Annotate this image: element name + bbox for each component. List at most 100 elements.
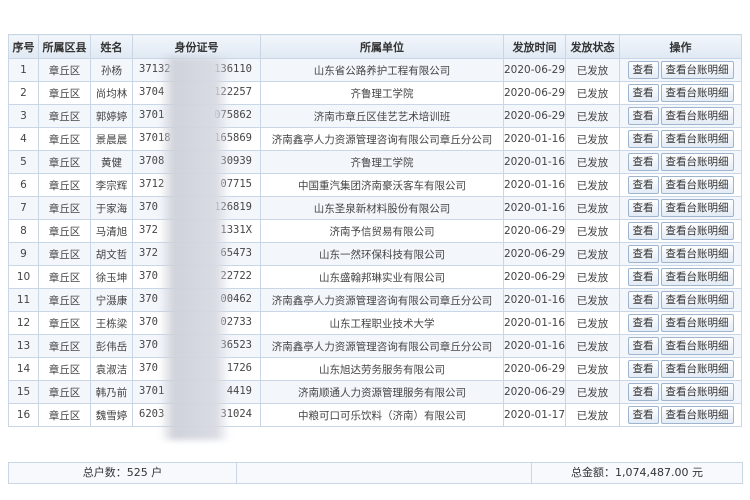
cell-id-number: 370 126819 [132,196,261,220]
cell-date: 2020-06-29 [503,219,566,243]
subsidy-table: 序号 所属区县 姓名 身份证号 所属单位 发放时间 发放状态 操作 1 章丘区 孙杨… [8,34,742,427]
cell-district: 章丘区 [38,242,91,266]
view-ledger-button[interactable]: 查看台账明细 [660,245,734,263]
table-row: 15 章丘区 韩乃前 3701 4419 济南顺通人力资源管理服务有限公司 2020-06-… [8,380,742,404]
cell-unit: 中国重汽集团济南豪沃客车有限公司 [260,173,504,197]
header-actions: 操作 [619,34,742,59]
view-ledger-button[interactable]: 查看台账明细 [660,314,734,332]
cell-name: 彭伟岳 [90,334,133,358]
table-row: 13 章丘区 彭伟岳 370 36523 济南鑫亭人力资源管理咨询有限公司章丘分公司 202… [8,334,742,358]
header-status[interactable]: 发放状态 [565,34,620,59]
id-suffix: 1331X [220,224,252,236]
view-button[interactable]: 查看 [627,130,659,148]
id-prefix: 3708 [139,155,165,167]
cell-id-number: 3712 07715 [132,173,261,197]
cell-id-number: 370 22722 [132,265,261,289]
view-ledger-button[interactable]: 查看台账明细 [660,337,734,355]
cell-district: 章丘区 [38,127,91,151]
id-prefix: 372 [139,224,158,236]
view-button[interactable]: 查看 [627,153,659,171]
view-button[interactable]: 查看 [627,268,659,286]
total-amount: 总金额：1,074,487.00 元 [571,466,703,479]
cell-district: 章丘区 [38,265,91,289]
view-ledger-button[interactable]: 查看台账明细 [660,199,734,217]
view-button[interactable]: 查看 [627,107,659,125]
cell-district: 章丘区 [38,196,91,220]
view-ledger-button[interactable]: 查看台账明细 [660,383,734,401]
view-ledger-button[interactable]: 查看台账明细 [660,84,734,102]
cell-name: 马清旭 [90,219,133,243]
view-button[interactable]: 查看 [627,406,659,424]
id-prefix: 372 [139,247,158,259]
view-ledger-button[interactable]: 查看台账明细 [660,61,734,79]
cell-actions: 查看 查看台账明细 [619,265,742,289]
view-button[interactable]: 查看 [627,291,659,309]
id-prefix: 370 [139,316,158,328]
cell-district: 章丘区 [38,219,91,243]
header-date[interactable]: 发放时间 [503,34,566,59]
cell-name: 宁滠康 [90,288,133,312]
cell-status: 已发放 [565,380,620,404]
cell-date: 2020-01-16 [503,334,566,358]
table-row: 6 章丘区 李宗辉 3712 07715 中国重汽集团济南豪沃客车有限公司 2020-01-… [8,173,742,197]
cell-district: 章丘区 [38,403,91,427]
id-suffix: 02733 [220,316,252,328]
cell-unit: 山东省公路养护工程有限公司 [260,58,504,82]
cell-date: 2020-06-29 [503,265,566,289]
id-prefix: 3704 [139,86,165,98]
view-button[interactable]: 查看 [627,84,659,102]
view-button[interactable]: 查看 [627,383,659,401]
cell-district: 章丘区 [38,81,91,105]
header-no[interactable]: 序号 [8,34,39,59]
header-name[interactable]: 姓名 [90,34,133,59]
view-ledger-button[interactable]: 查看台账明细 [660,153,734,171]
cell-id-number: 370 02733 [132,311,261,335]
cell-name: 徐玉坤 [90,265,133,289]
cell-status: 已发放 [565,334,620,358]
id-suffix: 122257 [214,86,252,98]
cell-unit: 山东一然环保科技有限公司 [260,242,504,266]
view-ledger-button[interactable]: 查看台账明细 [660,406,734,424]
view-ledger-button[interactable]: 查看台账明细 [660,268,734,286]
table-row: 1 章丘区 孙杨 37132 136110 山东省公路养护工程有限公司 2020-06-29… [8,58,742,82]
header-id-number[interactable]: 身份证号 [132,34,261,59]
cell-status: 已发放 [565,242,620,266]
view-ledger-button[interactable]: 查看台账明细 [660,291,734,309]
cell-no: 13 [8,334,39,358]
cell-actions: 查看 查看台账明细 [619,311,742,335]
cell-no: 12 [8,311,39,335]
cell-actions: 查看 查看台账明细 [619,81,742,105]
header-unit[interactable]: 所属单位 [260,34,504,59]
view-button[interactable]: 查看 [627,176,659,194]
view-ledger-button[interactable]: 查看台账明细 [660,107,734,125]
id-suffix: 1726 [226,362,252,374]
cell-actions: 查看 查看台账明细 [619,58,742,82]
cell-status: 已发放 [565,288,620,312]
cell-date: 2020-01-17 [503,403,566,427]
view-button[interactable]: 查看 [627,314,659,332]
cell-status: 已发放 [565,357,620,381]
view-button[interactable]: 查看 [627,360,659,378]
id-prefix: 370 [139,339,158,351]
table-row: 2 章丘区 尚均林 3704 122257 齐鲁理工学院 2020-06-29 已发放 查看 查看… [8,81,742,105]
cell-no: 15 [8,380,39,404]
cell-district: 章丘区 [38,311,91,335]
view-ledger-button[interactable]: 查看台账明细 [660,176,734,194]
view-ledger-button[interactable]: 查看台账明细 [660,222,734,240]
id-prefix: 37132 [139,63,171,75]
cell-id-number: 3708 30939 [132,150,261,174]
cell-no: 11 [8,288,39,312]
cell-status: 已发放 [565,173,620,197]
header-district[interactable]: 所属区县 [38,34,91,59]
view-button[interactable]: 查看 [627,199,659,217]
view-ledger-button[interactable]: 查看台账明细 [660,130,734,148]
id-suffix: 00462 [220,293,252,305]
view-ledger-button[interactable]: 查看台账明细 [660,360,734,378]
view-button[interactable]: 查看 [627,61,659,79]
id-prefix: 3701 [139,109,165,121]
view-button[interactable]: 查看 [627,222,659,240]
table-row: 9 章丘区 胡文哲 372 65473 山东一然环保科技有限公司 2020-06-29 已发放… [8,242,742,266]
id-suffix: 36523 [220,339,252,351]
view-button[interactable]: 查看 [627,337,659,355]
view-button[interactable]: 查看 [627,245,659,263]
